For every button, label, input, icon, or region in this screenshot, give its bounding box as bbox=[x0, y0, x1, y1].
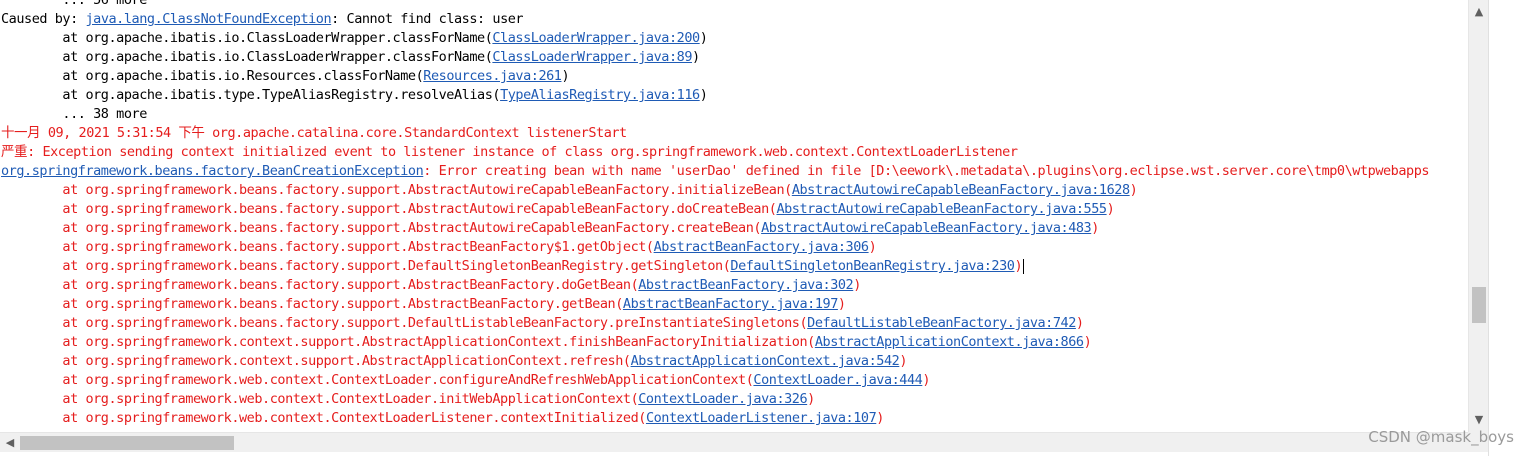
console-line: 十一月 09, 2021 5:31:54 下午 org.apache.catal… bbox=[1, 124, 1429, 143]
console-line: at org.apache.ibatis.io.Resources.classF… bbox=[1, 67, 1429, 86]
stack-trace-link[interactable]: AbstractAutowireCapableBeanFactory.java:… bbox=[792, 182, 1130, 198]
console-text: at org.springframework.beans.factory.sup… bbox=[1, 258, 731, 274]
console-text: ) bbox=[922, 372, 931, 388]
horizontal-scrollbar[interactable]: ◀ bbox=[0, 432, 1468, 452]
console-text: ) bbox=[1083, 334, 1092, 350]
stack-trace-link[interactable]: ContextLoaderListener.java:107 bbox=[646, 410, 877, 426]
stack-trace-link[interactable]: AbstractApplicationContext.java:866 bbox=[815, 334, 1084, 350]
console-text: ... 56 more bbox=[1, 0, 147, 8]
stack-trace-link[interactable]: org.springframework.beans.factory.BeanCr… bbox=[1, 163, 424, 179]
console-text: : Error creating bean with name 'userDao… bbox=[423, 163, 1430, 179]
stack-trace-link[interactable]: DefaultListableBeanFactory.java:742 bbox=[807, 315, 1076, 331]
console-text: ) bbox=[807, 391, 815, 407]
console-line: at org.springframework.beans.factory.sup… bbox=[1, 238, 1429, 257]
right-pane bbox=[1488, 0, 1528, 456]
console-text: at org.springframework.beans.factory.sup… bbox=[1, 201, 777, 217]
console-text: : Cannot find class: user bbox=[331, 11, 524, 27]
console-text: ) bbox=[837, 296, 846, 312]
stack-trace-link[interactable]: AbstractBeanFactory.java:302 bbox=[638, 277, 853, 293]
console-text: at org.apache.ibatis.io.ClassLoaderWrapp… bbox=[1, 49, 493, 65]
console-line: Caused by: java.lang.ClassNotFoundExcept… bbox=[1, 10, 1429, 29]
stack-trace-link[interactable]: AbstractBeanFactory.java:306 bbox=[654, 239, 869, 255]
stack-trace-link[interactable]: AbstractBeanFactory.java:197 bbox=[623, 296, 838, 312]
watermark: CSDN @mask_boys bbox=[1368, 428, 1514, 446]
console-text: at org.springframework.beans.factory.sup… bbox=[1, 182, 792, 198]
console-text: ) bbox=[1106, 201, 1115, 217]
stack-trace-link[interactable]: AbstractAutowireCapableBeanFactory.java:… bbox=[776, 201, 1107, 217]
vertical-scrollbar[interactable]: ▲ ▼ bbox=[1468, 0, 1488, 432]
console-text: ) bbox=[561, 68, 570, 84]
console-text: ) bbox=[853, 277, 861, 293]
scroll-down-icon[interactable]: ▼ bbox=[1469, 410, 1489, 430]
console-line: at org.springframework.beans.factory.sup… bbox=[1, 295, 1429, 314]
console-text: ) bbox=[876, 410, 884, 426]
console-line: at org.springframework.context.support.A… bbox=[1, 333, 1429, 352]
stack-trace-link[interactable]: ClassLoaderWrapper.java:200 bbox=[492, 30, 700, 46]
stack-trace-link[interactable]: ClassLoaderWrapper.java:89 bbox=[492, 49, 692, 65]
console-text: at org.springframework.beans.factory.sup… bbox=[1, 239, 654, 255]
console-text: at org.springframework.beans.factory.sup… bbox=[1, 277, 639, 293]
stack-trace-link[interactable]: java.lang.ClassNotFoundException bbox=[85, 11, 331, 27]
console-text: 十一月 09, 2021 5:31:54 下午 org.apache.catal… bbox=[1, 125, 627, 141]
console-line: at org.springframework.beans.factory.sup… bbox=[1, 314, 1429, 333]
text-cursor bbox=[1023, 258, 1025, 274]
console-text: ) bbox=[899, 353, 907, 369]
stack-trace-link[interactable]: AbstractApplicationContext.java:542 bbox=[631, 353, 900, 369]
console-output[interactable]: ... 56 more Caused by: java.lang.ClassNot… bbox=[0, 0, 1468, 432]
console-line: at org.springframework.beans.factory.sup… bbox=[1, 200, 1429, 219]
stack-trace-link[interactable]: ContextLoader.java:326 bbox=[638, 391, 807, 407]
console-text: ) bbox=[1014, 258, 1023, 274]
console-text: at org.springframework.beans.factory.sup… bbox=[1, 296, 623, 312]
console-line: 严重: Exception sending context initialize… bbox=[1, 143, 1429, 162]
console-text: at org.apache.ibatis.type.TypeAliasRegis… bbox=[1, 87, 501, 103]
console-text: ) bbox=[699, 30, 708, 46]
stack-trace-link[interactable]: AbstractAutowireCapableBeanFactory.java:… bbox=[761, 220, 1092, 236]
console-text: at org.springframework.context.support.A… bbox=[1, 353, 631, 369]
stack-trace-link[interactable]: Resources.java:261 bbox=[423, 68, 562, 84]
console-line: at org.springframework.web.context.Conte… bbox=[1, 409, 1429, 428]
scroll-left-icon[interactable]: ◀ bbox=[2, 433, 18, 453]
console-line: ... 38 more bbox=[1, 105, 1429, 124]
console-line: at org.springframework.beans.factory.sup… bbox=[1, 219, 1429, 238]
console-text: ) bbox=[1129, 182, 1138, 198]
vertical-scroll-thumb[interactable] bbox=[1472, 287, 1486, 323]
console-text: at org.springframework.context.support.A… bbox=[1, 334, 815, 350]
console-text: at org.springframework.web.context.Conte… bbox=[1, 372, 754, 388]
console-line: at org.springframework.beans.factory.sup… bbox=[1, 257, 1429, 276]
console-text: ) bbox=[1091, 220, 1099, 236]
console-text: at org.springframework.web.context.Conte… bbox=[1, 391, 639, 407]
console-lines: ... 56 more Caused by: java.lang.ClassNot… bbox=[1, 0, 1430, 428]
console-line: ... 56 more bbox=[1, 0, 1429, 10]
console-line: org.springframework.beans.factory.BeanCr… bbox=[1, 162, 1430, 181]
console-text: at org.springframework.web.context.Conte… bbox=[1, 410, 646, 426]
console-text: ) bbox=[1075, 315, 1084, 331]
horizontal-scroll-thumb[interactable] bbox=[20, 436, 234, 450]
console-line: at org.apache.ibatis.io.ClassLoaderWrapp… bbox=[1, 29, 1429, 48]
stack-trace-link[interactable]: TypeAliasRegistry.java:116 bbox=[500, 87, 700, 103]
console-line: at org.apache.ibatis.type.TypeAliasRegis… bbox=[1, 86, 1429, 105]
scroll-up-icon[interactable]: ▲ bbox=[1469, 2, 1489, 22]
console-line: at org.springframework.web.context.Conte… bbox=[1, 390, 1429, 409]
console-line: at org.springframework.beans.factory.sup… bbox=[1, 181, 1429, 200]
console-text: at org.apache.ibatis.io.ClassLoaderWrapp… bbox=[1, 30, 493, 46]
console-line: at org.springframework.beans.factory.sup… bbox=[1, 276, 1429, 295]
console-line: at org.springframework.context.support.A… bbox=[1, 352, 1429, 371]
console-text: at org.springframework.beans.factory.sup… bbox=[1, 315, 808, 331]
console-text: at org.springframework.beans.factory.sup… bbox=[1, 220, 762, 236]
console-text: Caused by: bbox=[1, 11, 86, 27]
console-text: ) bbox=[699, 87, 708, 103]
console-text: 严重: Exception sending context initialize… bbox=[1, 144, 1018, 160]
console-text: at org.apache.ibatis.io.Resources.classF… bbox=[1, 68, 424, 84]
stack-trace-link[interactable]: ContextLoader.java:444 bbox=[753, 372, 922, 388]
stack-trace-link[interactable]: DefaultSingletonBeanRegistry.java:230 bbox=[730, 258, 1015, 274]
console-text: ) bbox=[868, 239, 877, 255]
console-line: at org.springframework.web.context.Conte… bbox=[1, 371, 1429, 390]
console-line: at org.apache.ibatis.io.ClassLoaderWrapp… bbox=[1, 48, 1429, 67]
console-text: ... 38 more bbox=[1, 106, 147, 122]
console-text: ) bbox=[692, 49, 700, 65]
